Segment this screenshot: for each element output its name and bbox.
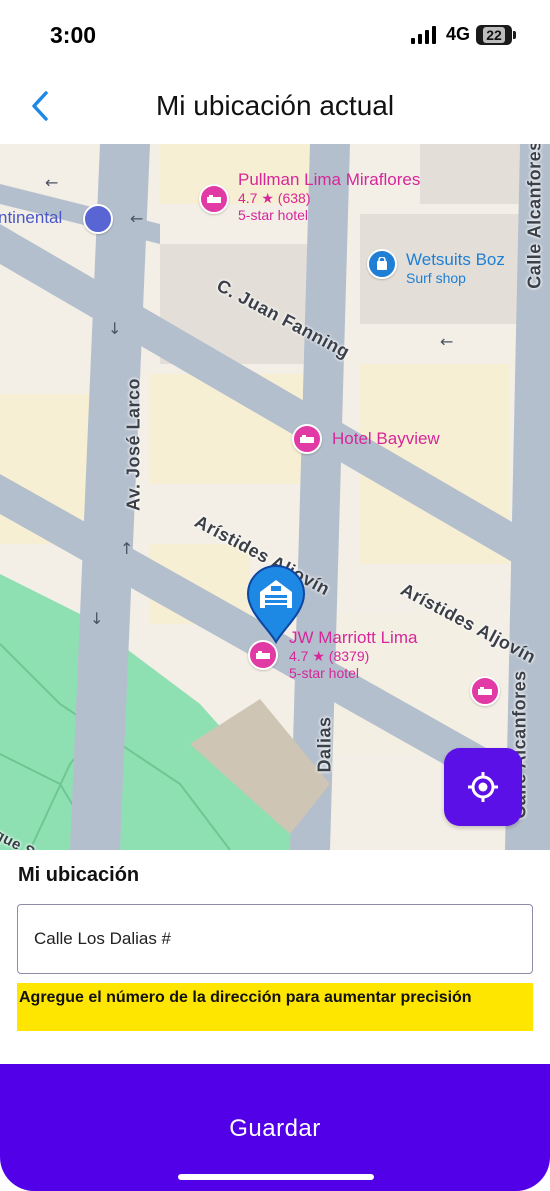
address-input[interactable]: [17, 904, 533, 974]
poi-pullman[interactable]: Pullman Lima Miraflores 4.7 ★ (638) 5-st…: [238, 170, 420, 223]
battery-level: 22: [483, 26, 505, 43]
signal-icon: [410, 25, 436, 44]
location-pin-icon[interactable]: [244, 562, 308, 644]
hotel-icon[interactable]: [292, 424, 322, 454]
svg-text:←: ←: [130, 209, 143, 228]
status-bar: 3:00 4G 22: [0, 0, 550, 70]
network-type: 4G: [445, 24, 470, 44]
location-form: Mi ubicación Agregue el número de la dir…: [0, 850, 550, 1064]
shopping-bag-icon[interactable]: [367, 249, 397, 279]
svg-text:↓: ↓: [90, 609, 103, 628]
poi-continental[interactable]: ntinental: [0, 208, 62, 228]
status-indicators: 4G 22: [410, 24, 516, 45]
street-jose-larco: Av. José Larco: [123, 377, 144, 512]
svg-text:←: ←: [45, 173, 58, 192]
locate-me-button[interactable]: [444, 748, 522, 826]
poi-jw-marriott[interactable]: JW Marriott Lima 4.7 ★ (8379) 5-star hot…: [289, 628, 417, 681]
atm-icon[interactable]: [83, 204, 113, 234]
battery-icon: 22: [476, 24, 516, 45]
crosshair-icon: [468, 772, 498, 802]
poi-bayview[interactable]: Hotel Bayview: [332, 429, 440, 449]
hotel-icon[interactable]: [199, 184, 229, 214]
home-indicator: [178, 1174, 374, 1180]
header: Mi ubicación actual: [0, 70, 550, 144]
page-title: Mi ubicación actual: [155, 90, 395, 121]
poi-wetsuits[interactable]: Wetsuits Boz Surf shop: [406, 250, 505, 286]
svg-text:←: ←: [440, 332, 453, 351]
svg-text:↓: ↓: [108, 319, 121, 338]
address-warning: Agregue el número de la dirección para a…: [17, 983, 533, 1031]
street-alcanfores-1: Calle Alcanfores: [524, 144, 545, 289]
status-time: 3:00: [50, 22, 97, 48]
hotel-icon[interactable]: [248, 640, 278, 670]
save-button[interactable]: Guardar: [0, 1064, 550, 1191]
svg-text:↑: ↑: [120, 539, 133, 558]
hotel-icon[interactable]: [470, 676, 500, 706]
location-label: Mi ubicación: [18, 864, 140, 886]
map-view[interactable]: ← ← ← ↓ ↑ ↓ Pullman Lima Miraflores 4.7 …: [0, 144, 550, 850]
street-dalias: Dalias: [314, 716, 335, 773]
